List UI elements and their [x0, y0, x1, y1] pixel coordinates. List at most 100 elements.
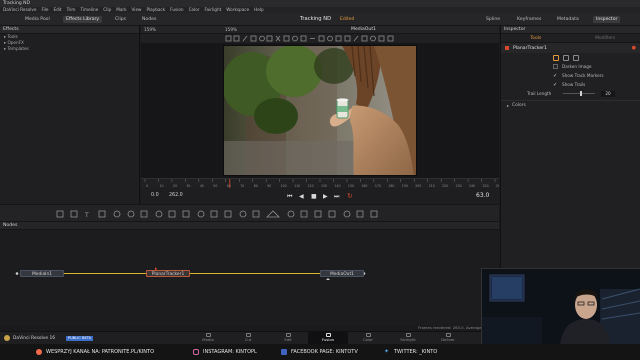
tab-tools[interactable]: Tools — [501, 36, 571, 41]
inspector-label: Inspector — [596, 17, 618, 22]
public-beta-badge: PUBLIC BETA — [66, 336, 94, 341]
checkmark-icon: ✓ — [553, 72, 558, 79]
page-label: Fairlight — [400, 337, 416, 342]
extra-tab-icon[interactable] — [573, 54, 579, 61]
controls-tab-icon[interactable] — [563, 54, 569, 61]
resolve-logo-icon — [4, 335, 10, 341]
tab-modifiers[interactable]: Modifiers — [571, 36, 640, 41]
webcam-image — [482, 269, 640, 344]
page-label: Media — [202, 337, 214, 342]
effects-item-label: OpenFX — [7, 40, 24, 45]
inspector-button[interactable]: Inspector — [593, 16, 621, 23]
render-status: Frames rendered: 263.0, Average: 9 — [418, 325, 487, 330]
webcam-overlay — [481, 268, 640, 344]
page-label: Edit — [284, 337, 292, 342]
inspector-node-name: PlanarTracker1 — [513, 45, 547, 51]
facebook-icon — [281, 349, 287, 355]
transport-controls: 0.0 262.0 ⏮ ◀ ■ ▶ ⏭ ↻ 63.0 — [141, 188, 499, 204]
metadata-button[interactable]: Metadata — [554, 16, 582, 23]
viewer-zoom-left[interactable]: 159% — [144, 27, 156, 33]
window-title: Tracking ND — [0, 0, 640, 7]
svg-text:T: T — [84, 212, 89, 218]
trail-length-row: Trail Length 20 — [501, 89, 640, 98]
time-ruler[interactable]: 0 10 20 30 40 50 60 70 80 90 100 110 120 130 140 150 160… — [141, 178, 499, 189]
video-frame-image — [224, 46, 416, 175]
checkbox-label: Show Trails — [562, 82, 586, 87]
out-frame-field[interactable]: 262.0 — [169, 193, 183, 198]
facebook-link[interactable]: FACEBOOK PAGE: KINTOTV — [291, 349, 358, 355]
fusion-tool-icons[interactable]: T — [55, 210, 385, 218]
trail-length-value[interactable]: 20 — [601, 90, 615, 97]
viewer-tool-strip — [141, 34, 499, 43]
trail-length-slider[interactable] — [563, 91, 595, 96]
edited-status: Edited — [340, 17, 355, 22]
node-editor[interactable]: MediaIn1 PlanarTracker1 MediaOut1 — [0, 230, 499, 326]
chevron-right-icon: ▸ — [507, 103, 510, 108]
spline-label: Spline — [486, 17, 501, 22]
twitter-icon: ✦ — [384, 348, 390, 355]
page-label: Color — [363, 337, 373, 342]
colors-section[interactable]: ▸ Colors — [501, 100, 640, 110]
patronite-link[interactable]: WESPRZYJ KANAŁ NA: PATRONITE.PL/KINTO — [46, 349, 154, 355]
loop-glyph: ↻ — [347, 192, 353, 200]
nodes-header: Nodes — [0, 222, 499, 230]
node-mediain1[interactable]: MediaIn1 — [20, 270, 64, 277]
effects-item-label: Templates — [7, 46, 29, 51]
checkbox-label: Darken Image — [562, 64, 592, 69]
checkbox-show-track-markers[interactable]: ✓ Show Track Markers — [501, 71, 640, 80]
checkbox-darken-image[interactable]: Darken Image — [501, 62, 640, 71]
video-frame[interactable] — [223, 45, 417, 176]
inspector-title: Inspector — [501, 26, 640, 34]
clips-label: Clips — [115, 17, 127, 22]
spline-button[interactable]: Spline — [483, 16, 503, 23]
fusion-tool-strip: T — [0, 204, 499, 222]
viewer-header: 159% 159% MediaOut1 — [141, 26, 499, 34]
media-pool-label: Media Pool — [25, 17, 50, 22]
trail-length-label: Trail Length — [527, 91, 552, 96]
project-title: Tracking ND — [300, 16, 332, 22]
node-enable-icon[interactable]: ● — [632, 45, 636, 51]
loop-icon[interactable]: ↻ — [347, 192, 353, 200]
checkbox-show-trails[interactable]: ✓ Show Trails — [501, 80, 640, 89]
nodes-title: Nodes — [3, 223, 18, 228]
keyframes-label: Keyframes — [517, 17, 542, 22]
instagram-link[interactable]: INSTAGRAM: KINTOPL — [203, 349, 257, 355]
social-banner: WESPRZYJ KANAŁ NA: PATRONITE.PL/KINTO IN… — [0, 344, 640, 360]
current-frame[interactable]: 63.0 — [476, 192, 489, 199]
page-label: Fusion — [321, 337, 335, 342]
effects-library-button[interactable]: Effects Library — [63, 16, 103, 23]
page-label: Cut — [244, 337, 252, 342]
in-frame-field[interactable]: 0.0 — [151, 193, 159, 198]
product-name: DaVinci Resolve 16 — [13, 336, 56, 341]
viewer-zoom-right[interactable]: 159% — [225, 27, 237, 33]
slider-handle[interactable] — [579, 91, 582, 96]
play-icon[interactable]: ▶ — [323, 193, 328, 200]
page-label: Deliver — [441, 337, 455, 342]
stop-icon[interactable]: ■ — [311, 193, 317, 200]
node-mediaout1[interactable]: MediaOut1 — [320, 270, 364, 277]
patronite-icon — [36, 349, 42, 355]
nodes-button[interactable]: Nodes — [139, 16, 159, 23]
skip-back-icon[interactable]: ⏮ — [287, 193, 292, 201]
nodes-label: Nodes — [142, 17, 157, 22]
effects-item-templates[interactable]: ▸ Templates — [0, 46, 139, 52]
viewer-canvas[interactable] — [141, 43, 499, 178]
media-pool-button[interactable]: Media Pool — [22, 16, 53, 23]
node-planartracker1[interactable]: PlanarTracker1 — [146, 270, 190, 277]
instagram-icon — [193, 349, 199, 355]
clips-button[interactable]: Clips — [112, 16, 129, 23]
effects-library-label: Effects Library — [66, 17, 100, 22]
skip-forward-icon[interactable]: ⏭ — [334, 193, 339, 201]
effects-item-label: Tools — [7, 34, 18, 39]
viewer-name: MediaOut1 — [351, 27, 377, 32]
checkbox-label: Show Track Markers — [562, 73, 604, 78]
checkmark-icon: ✓ — [553, 81, 558, 88]
settings-tab-icon[interactable] — [553, 54, 559, 61]
twitter-link[interactable]: TWITTER: _KINTO — [394, 349, 437, 355]
node-color-swatch — [505, 46, 509, 50]
colors-label: Colors — [512, 103, 526, 108]
node-connections — [15, 267, 366, 280]
effects-title: Effects — [0, 26, 139, 34]
play-reverse-icon[interactable]: ◀ — [299, 193, 304, 200]
keyframes-button[interactable]: Keyframes — [514, 16, 544, 23]
